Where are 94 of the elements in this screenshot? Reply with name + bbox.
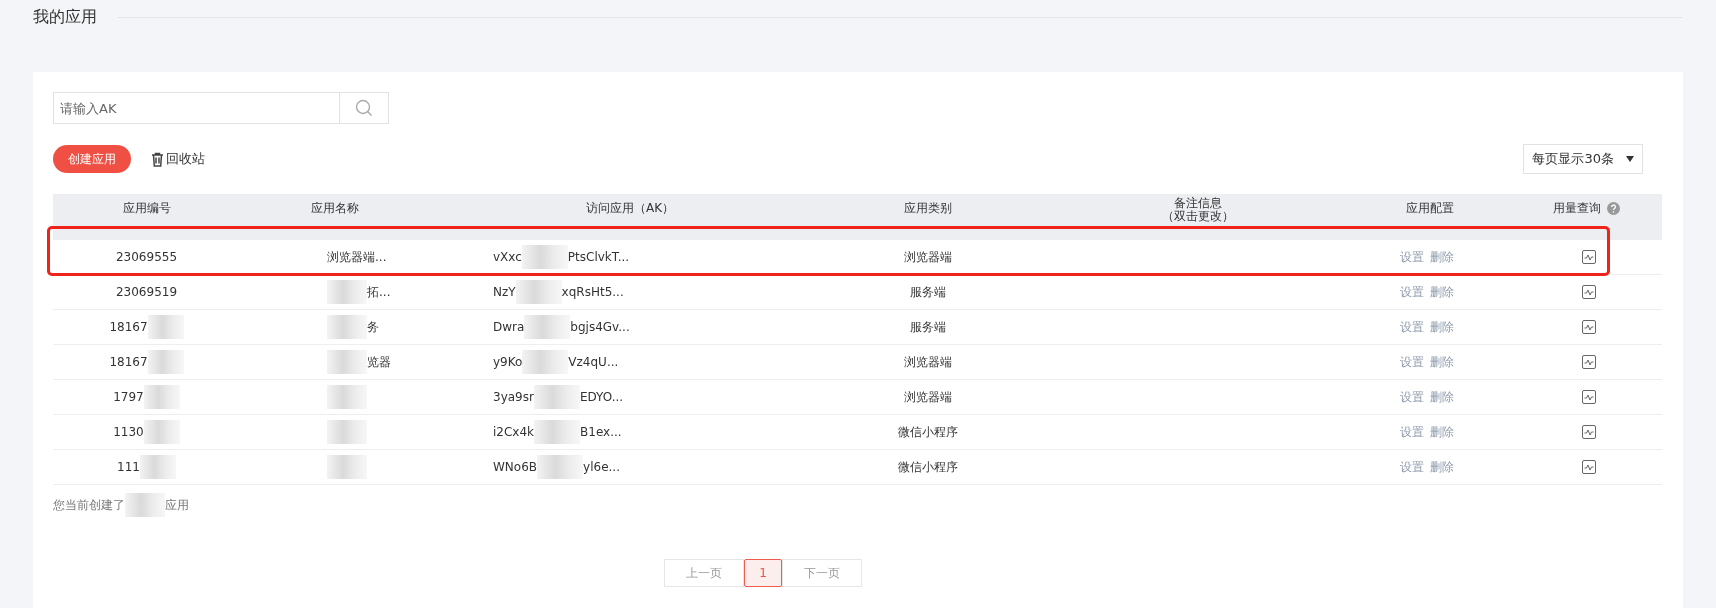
settings-link[interactable]: 设置: [1400, 248, 1424, 266]
blur-patch: [522, 350, 569, 374]
cell-text: 浏览器端: [903, 353, 952, 371]
cell-text: 服务端: [909, 318, 946, 336]
trash-icon: [151, 151, 164, 167]
page-button[interactable]: 下一页: [781, 559, 862, 587]
cell-text: i2Cx4k: [493, 425, 535, 439]
page-button[interactable]: 上一页: [664, 559, 745, 587]
cell-text: PtsClvkT...: [567, 250, 630, 264]
cell-text: 浏览器端: [903, 388, 952, 406]
blur-patch: [533, 385, 580, 409]
blur-patch: [327, 280, 367, 304]
blur-patch: [534, 420, 581, 444]
column-header: 应用编号: [121, 200, 172, 217]
settings-link[interactable]: 设置: [1400, 423, 1424, 441]
cell-text: 微信小程序: [897, 458, 958, 476]
column-header: 访问应用（AK）: [584, 200, 676, 217]
delete-link[interactable]: 删除: [1430, 248, 1454, 266]
cell-text: NzY: [493, 285, 516, 299]
cell-text: EDYO...: [579, 390, 624, 404]
chart-icon[interactable]: [1581, 390, 1596, 404]
help-icon[interactable]: [1606, 202, 1620, 215]
blur-patch: [143, 385, 180, 409]
delete-link[interactable]: 删除: [1430, 318, 1454, 336]
cell-text: 拓...: [367, 283, 391, 301]
blur-patch: [327, 455, 367, 479]
cell-text: 微信小程序: [897, 423, 958, 441]
blur-patch: [524, 315, 571, 339]
cell-text: 1130: [113, 425, 144, 439]
blur-patch: [327, 350, 367, 374]
summary-text: 您当前创建了: [53, 496, 125, 514]
delete-link[interactable]: 删除: [1430, 353, 1454, 371]
cell-text: 务: [367, 318, 379, 336]
page-button[interactable]: 1: [744, 559, 782, 587]
chart-icon[interactable]: [1581, 285, 1596, 299]
column-note: （双击更改）: [1161, 210, 1234, 223]
blur-patch: [147, 315, 184, 339]
settings-link[interactable]: 设置: [1400, 388, 1424, 406]
cell-text: 览器: [367, 353, 391, 371]
cell-text: xqRsHt5...: [561, 285, 624, 299]
cell-text: 服务端: [909, 283, 946, 301]
blur-patch: [537, 455, 584, 479]
cell-text: B1ex...: [580, 425, 622, 439]
chart-icon[interactable]: [1581, 320, 1596, 334]
column-header: 应用配置: [1405, 200, 1455, 217]
blur-patch: [139, 455, 176, 479]
search-icon: [355, 99, 373, 117]
blur-patch: [521, 245, 568, 269]
summary-text: 应用: [165, 496, 189, 514]
caret-icon: [1626, 156, 1634, 162]
blur-patch: [125, 493, 165, 517]
cell-text: 浏览器端...: [327, 248, 387, 266]
delete-link[interactable]: 删除: [1430, 423, 1454, 441]
cell-text: vXxc: [493, 250, 522, 264]
blur-patch: [143, 420, 180, 444]
column-header: 用量查询: [1552, 202, 1601, 215]
chart-icon[interactable]: [1581, 250, 1596, 264]
page-size-select[interactable]: 每页显示30条: [1523, 144, 1643, 174]
column-header: 应用名称: [310, 200, 360, 217]
cell-text: 1797: [113, 390, 144, 404]
chart-icon[interactable]: [1581, 460, 1596, 474]
delete-link[interactable]: 删除: [1430, 388, 1454, 406]
cell-text: 18167: [109, 320, 148, 334]
chart-icon[interactable]: [1581, 355, 1596, 369]
page-title: 我的应用: [33, 6, 97, 28]
cell-text: 3ya9sr: [493, 390, 534, 404]
settings-link[interactable]: 设置: [1400, 353, 1424, 371]
search-field[interactable]: 请输入AK: [53, 92, 389, 124]
settings-link[interactable]: 设置: [1400, 318, 1424, 336]
cell-text: y9Ko: [493, 355, 523, 369]
blur-patch: [327, 385, 367, 409]
cell-text: yl6e...: [583, 460, 620, 474]
blur-patch: [147, 350, 184, 374]
cell-text: WNo6B: [493, 460, 538, 474]
cell-text: Dwra: [493, 320, 525, 334]
delete-link[interactable]: 删除: [1430, 458, 1454, 476]
cell-text: 111: [117, 460, 140, 474]
settings-link[interactable]: 设置: [1400, 458, 1424, 476]
cell-text: 18167: [109, 355, 148, 369]
cell-text: Vz4qU...: [568, 355, 619, 369]
delete-link[interactable]: 删除: [1430, 283, 1454, 301]
column-header: 备注信息: [1173, 197, 1222, 210]
blur-patch: [327, 315, 367, 339]
create-app-button[interactable]: 创建应用: [53, 145, 131, 173]
blur-patch: [515, 280, 562, 304]
recycle-bin-link[interactable]: 回收站: [151, 150, 205, 168]
cell-text: 浏览器端: [903, 248, 952, 266]
cell-text: 23069519: [115, 285, 178, 299]
blur-patch: [327, 420, 367, 444]
cell-text: bgjs4Gv...: [570, 320, 630, 334]
column-header: 应用类别: [902, 200, 953, 217]
cell-text: 23069555: [115, 250, 178, 264]
chart-icon[interactable]: [1581, 425, 1596, 439]
settings-link[interactable]: 设置: [1400, 283, 1424, 301]
